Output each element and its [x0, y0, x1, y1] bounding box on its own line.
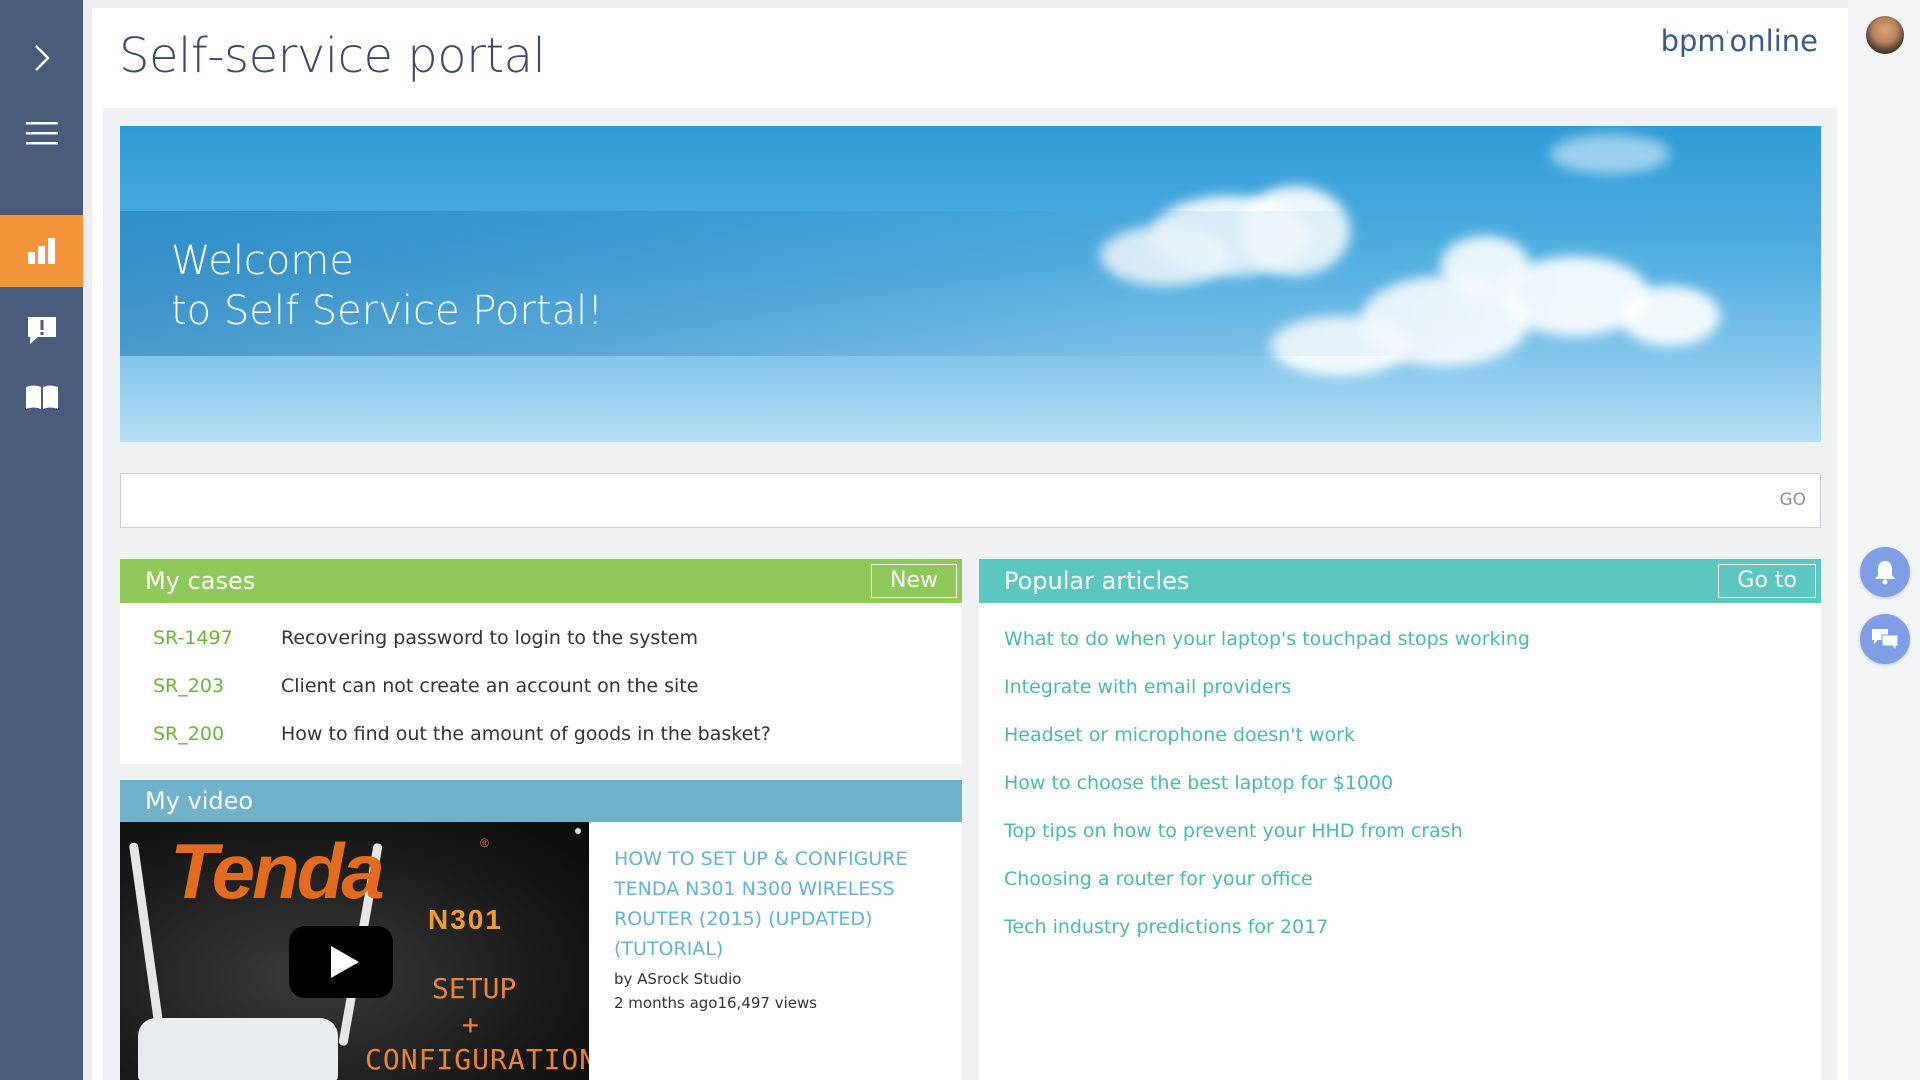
user-avatar[interactable] [1866, 16, 1904, 54]
main-panel: Self-service portal bpm'online Welcome t… [92, 8, 1848, 1080]
case-subject: How to find out the amount of goods in t… [281, 723, 771, 745]
video-thumbnail[interactable]: Tenda ® N301 SETUP + CONFIGURATION [120, 822, 589, 1080]
my-cases-title: My cases [145, 567, 256, 595]
go-to-articles-button[interactable]: Go to [1718, 564, 1816, 598]
thumb-setup-text: SETUP [432, 972, 517, 1005]
search-input[interactable] [133, 484, 1733, 518]
case-id[interactable]: SR_203 [153, 675, 224, 697]
article-link[interactable]: Choosing a router for your office [1004, 868, 1313, 890]
knowledge-base-book-icon [25, 385, 58, 409]
sidebar-item-cases[interactable] [0, 294, 83, 366]
right-rail [1848, 0, 1920, 1080]
article-link[interactable]: Headset or microphone doesn't work [1004, 724, 1355, 746]
article-link[interactable]: What to do when your laptop's touchpad s… [1004, 628, 1530, 650]
bell-icon [1875, 561, 1895, 585]
my-cases-panel: My cases New SR-1497 Recovering password… [120, 559, 962, 764]
video-title-link[interactable]: HOW TO SET UP & CONFIGURE TENDA N301 N30… [614, 844, 914, 964]
dashboard-chart-icon [27, 238, 55, 264]
expand-sidebar-button[interactable] [0, 22, 83, 94]
chat-bubbles-icon [1872, 629, 1899, 651]
chat-button[interactable] [1860, 614, 1910, 664]
article-link[interactable]: Integrate with email providers [1004, 676, 1291, 698]
case-id[interactable]: SR-1497 [153, 627, 233, 649]
brand-logo: bpm'online [1660, 24, 1818, 58]
search-bar: GO [120, 473, 1821, 528]
case-subject: Recovering password to login to the syst… [281, 627, 698, 649]
welcome-banner: Welcome to Self Service Portal! [120, 126, 1821, 442]
hamburger-menu-icon [25, 122, 58, 145]
sidebar-item-dashboard[interactable] [0, 215, 83, 287]
thumb-registered-mark: ® [480, 836, 489, 850]
article-link[interactable]: Tech industry predictions for 2017 [1004, 916, 1328, 938]
my-video-header: My video [120, 780, 962, 822]
sidebar-item-knowledge-base[interactable] [0, 361, 83, 433]
play-icon[interactable] [289, 926, 393, 998]
my-video-title: My video [145, 787, 254, 815]
article-link[interactable]: Top tips on how to prevent your HHD from… [1004, 820, 1463, 842]
router-image [138, 1018, 338, 1080]
welcome-line-2: to Self Service Portal! [171, 288, 604, 334]
welcome-line-1: Welcome [171, 238, 354, 284]
content-area: Welcome to Self Service Portal! GO My ca… [103, 108, 1837, 1080]
welcome-text: Welcome to Self Service Portal! [171, 236, 603, 336]
notifications-button[interactable] [1860, 547, 1910, 597]
popular-articles-title: Popular articles [1004, 567, 1190, 595]
menu-button[interactable] [0, 97, 83, 169]
thumb-model-text: N301 [428, 904, 503, 935]
video-meta: 2 months ago16,497 views [614, 994, 818, 1012]
my-video-panel: My video Tenda ® N301 SETUP + CONFIGURAT… [120, 780, 962, 1080]
thumb-config-text: CONFIGURATION [365, 1043, 589, 1076]
case-id[interactable]: SR_200 [153, 723, 224, 745]
new-case-button[interactable]: New [871, 564, 957, 598]
video-author: by ASrock Studio [614, 970, 742, 988]
popular-articles-header: Popular articles Go to [979, 559, 1821, 603]
search-go-button[interactable]: GO [1779, 490, 1806, 510]
cases-alert-icon [27, 317, 56, 344]
left-sidebar [0, 0, 83, 1080]
case-subject: Client can not create an account on the … [281, 675, 699, 697]
my-cases-header: My cases New [120, 559, 962, 603]
thumb-brand-text: Tenda [170, 827, 385, 915]
chevron-right-icon [34, 45, 50, 71]
page-title: Self-service portal [119, 28, 546, 84]
thumb-plus-text: + [462, 1008, 479, 1041]
thumb-dot [575, 828, 581, 834]
popular-articles-panel: Popular articles Go to What to do when y… [979, 559, 1821, 1080]
article-link[interactable]: How to choose the best laptop for $1000 [1004, 772, 1393, 794]
